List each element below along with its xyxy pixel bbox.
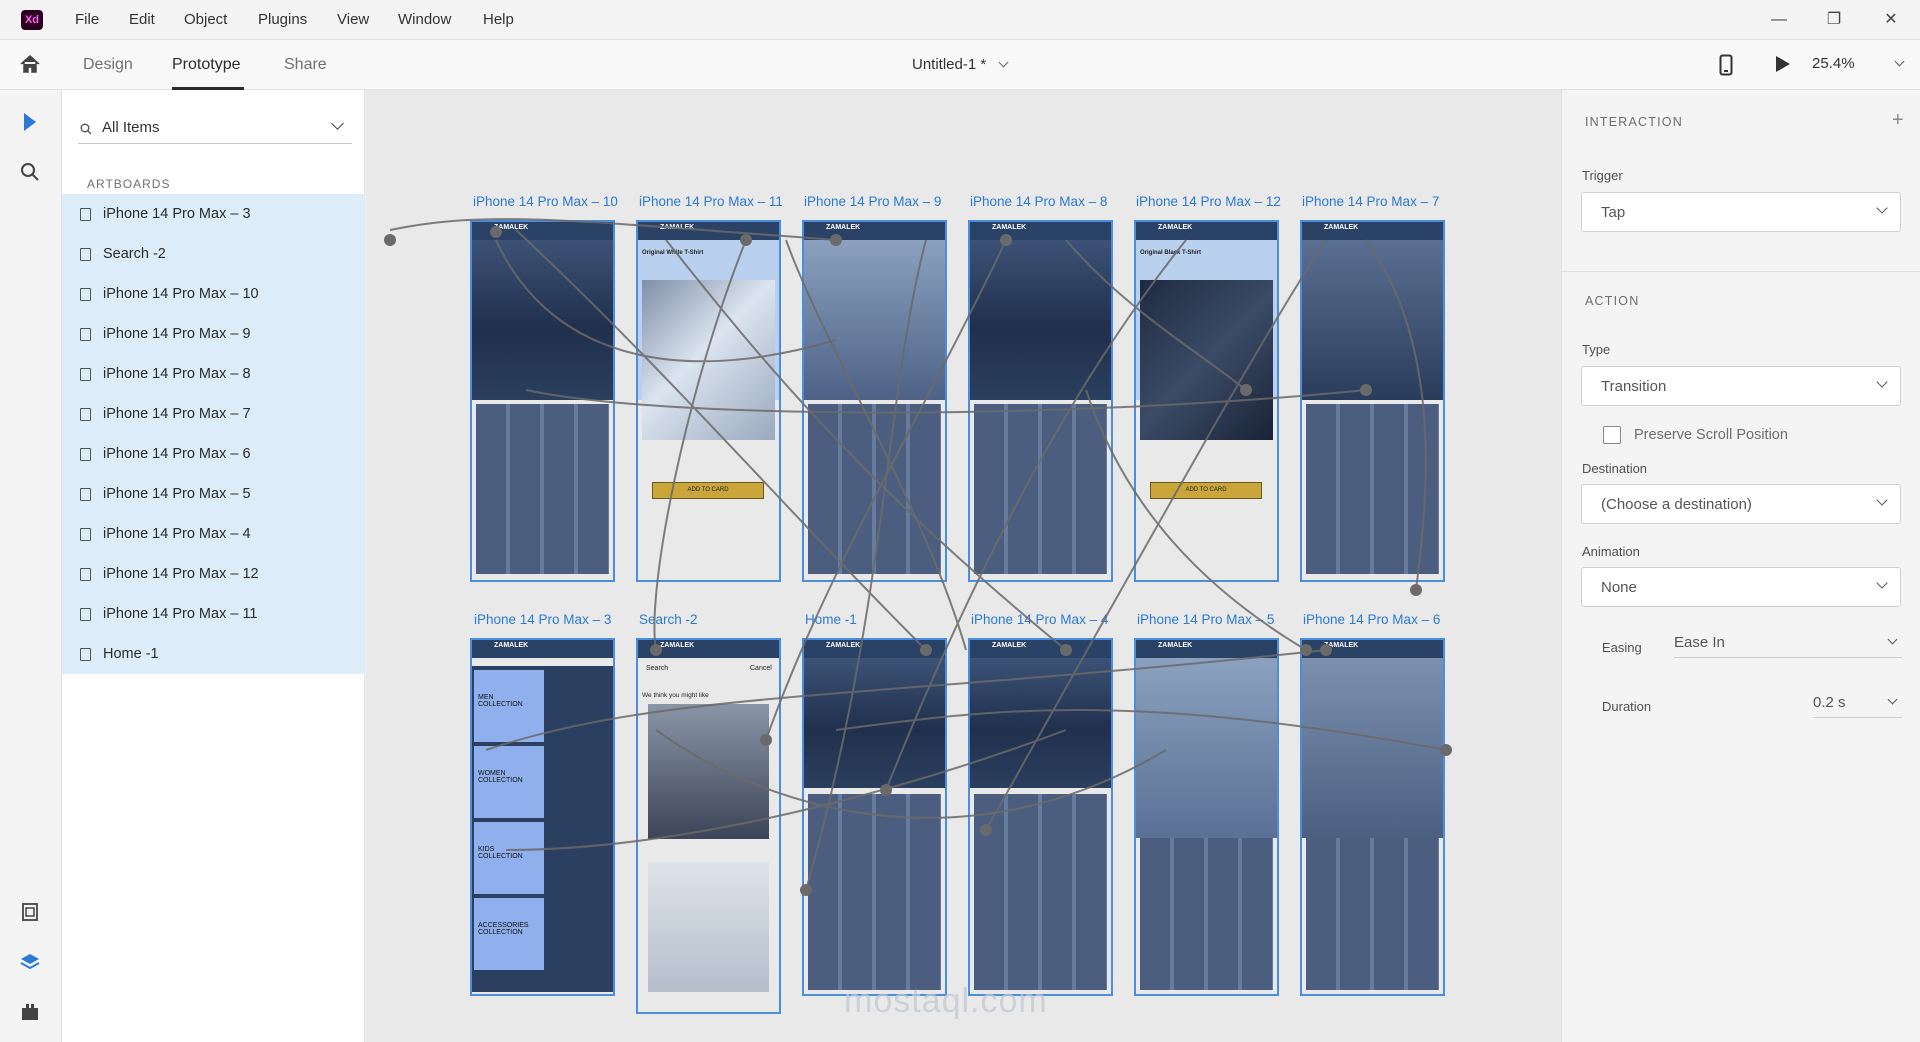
layers-icon[interactable] <box>20 952 40 972</box>
layer-filter[interactable]: All Items <box>78 112 352 144</box>
menu-help[interactable]: Help <box>483 11 514 28</box>
zoom-chevron-icon[interactable] <box>1894 56 1905 67</box>
restore-icon[interactable]: ❐ <box>1819 8 1849 32</box>
menu-window[interactable]: Window <box>398 11 451 28</box>
action-heading: ACTION <box>1585 294 1640 308</box>
plugins-icon[interactable] <box>20 1002 40 1022</box>
artboard-icon <box>80 328 91 341</box>
minimize-icon[interactable]: — <box>1764 8 1794 32</box>
document-assets-icon[interactable] <box>20 902 40 922</box>
menu-file[interactable]: File <box>75 11 99 28</box>
zoom-tool-icon[interactable] <box>20 162 40 182</box>
layer-filter-value: All Items <box>102 119 160 136</box>
device-preview-icon[interactable] <box>1719 54 1733 76</box>
tool-rail <box>0 90 62 1042</box>
preserve-scroll-label: Preserve Scroll Position <box>1634 427 1788 443</box>
layer-item[interactable]: iPhone 14 Pro Max – 12 <box>62 554 365 594</box>
easing-label: Easing <box>1602 640 1642 655</box>
layer-item[interactable]: iPhone 14 Pro Max – 11 <box>62 594 365 634</box>
chevron-down-icon[interactable] <box>998 57 1009 68</box>
chevron-down-icon <box>1876 376 1888 388</box>
preserve-scroll-checkbox[interactable] <box>1603 426 1621 444</box>
filter-chevron-icon[interactable] <box>331 117 344 130</box>
artboard-icon <box>80 488 91 501</box>
artboard-icon <box>80 608 91 621</box>
prototype-wires <box>384 218 1452 896</box>
chevron-down-icon <box>1887 694 1898 705</box>
chevron-down-icon <box>1876 202 1888 214</box>
artboard-icon <box>80 408 91 421</box>
app-logo: Xd <box>21 10 43 30</box>
trigger-dropdown[interactable]: Tap <box>1581 192 1901 232</box>
layer-item[interactable]: iPhone 14 Pro Max – 3 <box>62 194 365 234</box>
artboards-heading: ARTBOARDS <box>87 177 171 191</box>
artboard-icon <box>80 368 91 381</box>
menu-plugins[interactable]: Plugins <box>258 11 307 28</box>
destination-label: Destination <box>1582 461 1648 476</box>
layer-item[interactable]: iPhone 14 Pro Max – 8 <box>62 354 365 394</box>
menu-view[interactable]: View <box>337 11 369 28</box>
menu-object[interactable]: Object <box>184 11 227 28</box>
artboard-icon <box>80 288 91 301</box>
watermark: mostaql.com <box>844 982 1048 1020</box>
home-icon[interactable] <box>19 54 41 74</box>
search-icon <box>80 123 92 135</box>
close-icon[interactable]: ✕ <box>1876 8 1906 32</box>
artboard-icon <box>80 448 91 461</box>
type-label: Type <box>1582 342 1611 357</box>
artboard-icon <box>80 208 91 221</box>
layer-item[interactable]: Home -1 <box>62 634 365 674</box>
layer-item[interactable]: iPhone 14 Pro Max – 10 <box>62 274 365 314</box>
artboard-icon <box>80 648 91 661</box>
design-canvas[interactable]: iPhone 14 Pro Max – 10 iPhone 14 Pro Max… <box>366 90 1561 1042</box>
chevron-down-icon <box>1887 634 1898 645</box>
layer-item[interactable]: Search -2 <box>62 234 365 274</box>
layer-item[interactable]: iPhone 14 Pro Max – 6 <box>62 434 365 474</box>
document-title[interactable]: Untitled-1 * <box>912 56 986 73</box>
artboard-list: iPhone 14 Pro Max – 3 Search -2 iPhone 1… <box>62 194 365 674</box>
layer-item[interactable]: iPhone 14 Pro Max – 5 <box>62 474 365 514</box>
destination-dropdown[interactable]: (Choose a destination) <box>1581 484 1901 524</box>
artboard-icon <box>80 248 91 261</box>
layer-item[interactable]: iPhone 14 Pro Max – 7 <box>62 394 365 434</box>
interaction-heading: INTERACTION <box>1585 115 1683 129</box>
chevron-down-icon <box>1876 494 1888 506</box>
easing-dropdown[interactable]: Ease In <box>1674 630 1902 658</box>
animation-label: Animation <box>1582 544 1640 559</box>
duration-dropdown[interactable]: 0.2 s <box>1813 690 1902 718</box>
toolbar: Design Prototype Share Untitled-1 * 25.4… <box>0 40 1920 90</box>
properties-panel: INTERACTION + Trigger Tap ACTION Type Tr… <box>1561 90 1920 1042</box>
add-interaction-icon[interactable]: + <box>1892 109 1904 132</box>
select-arrow-icon[interactable] <box>22 112 38 132</box>
animation-dropdown[interactable]: None <box>1581 567 1901 607</box>
tab-share[interactable]: Share <box>284 56 327 74</box>
tab-prototype[interactable]: Prototype <box>172 56 240 74</box>
type-dropdown[interactable]: Transition <box>1581 366 1901 406</box>
menu-edit[interactable]: Edit <box>129 11 155 28</box>
zoom-level[interactable]: 25.4% <box>1812 55 1855 72</box>
duration-label: Duration <box>1602 699 1652 714</box>
title-bar: Xd File Edit Object Plugins View Window … <box>0 0 1920 40</box>
layer-item[interactable]: iPhone 14 Pro Max – 4 <box>62 514 365 554</box>
play-icon[interactable] <box>1775 55 1791 73</box>
artboard-icon <box>80 568 91 581</box>
tab-design[interactable]: Design <box>83 56 133 74</box>
trigger-label: Trigger <box>1582 168 1623 183</box>
layer-item[interactable]: iPhone 14 Pro Max – 9 <box>62 314 365 354</box>
chevron-down-icon <box>1876 577 1888 589</box>
layers-panel: All Items ARTBOARDS iPhone 14 Pro Max – … <box>62 90 365 1042</box>
artboard-icon <box>80 528 91 541</box>
